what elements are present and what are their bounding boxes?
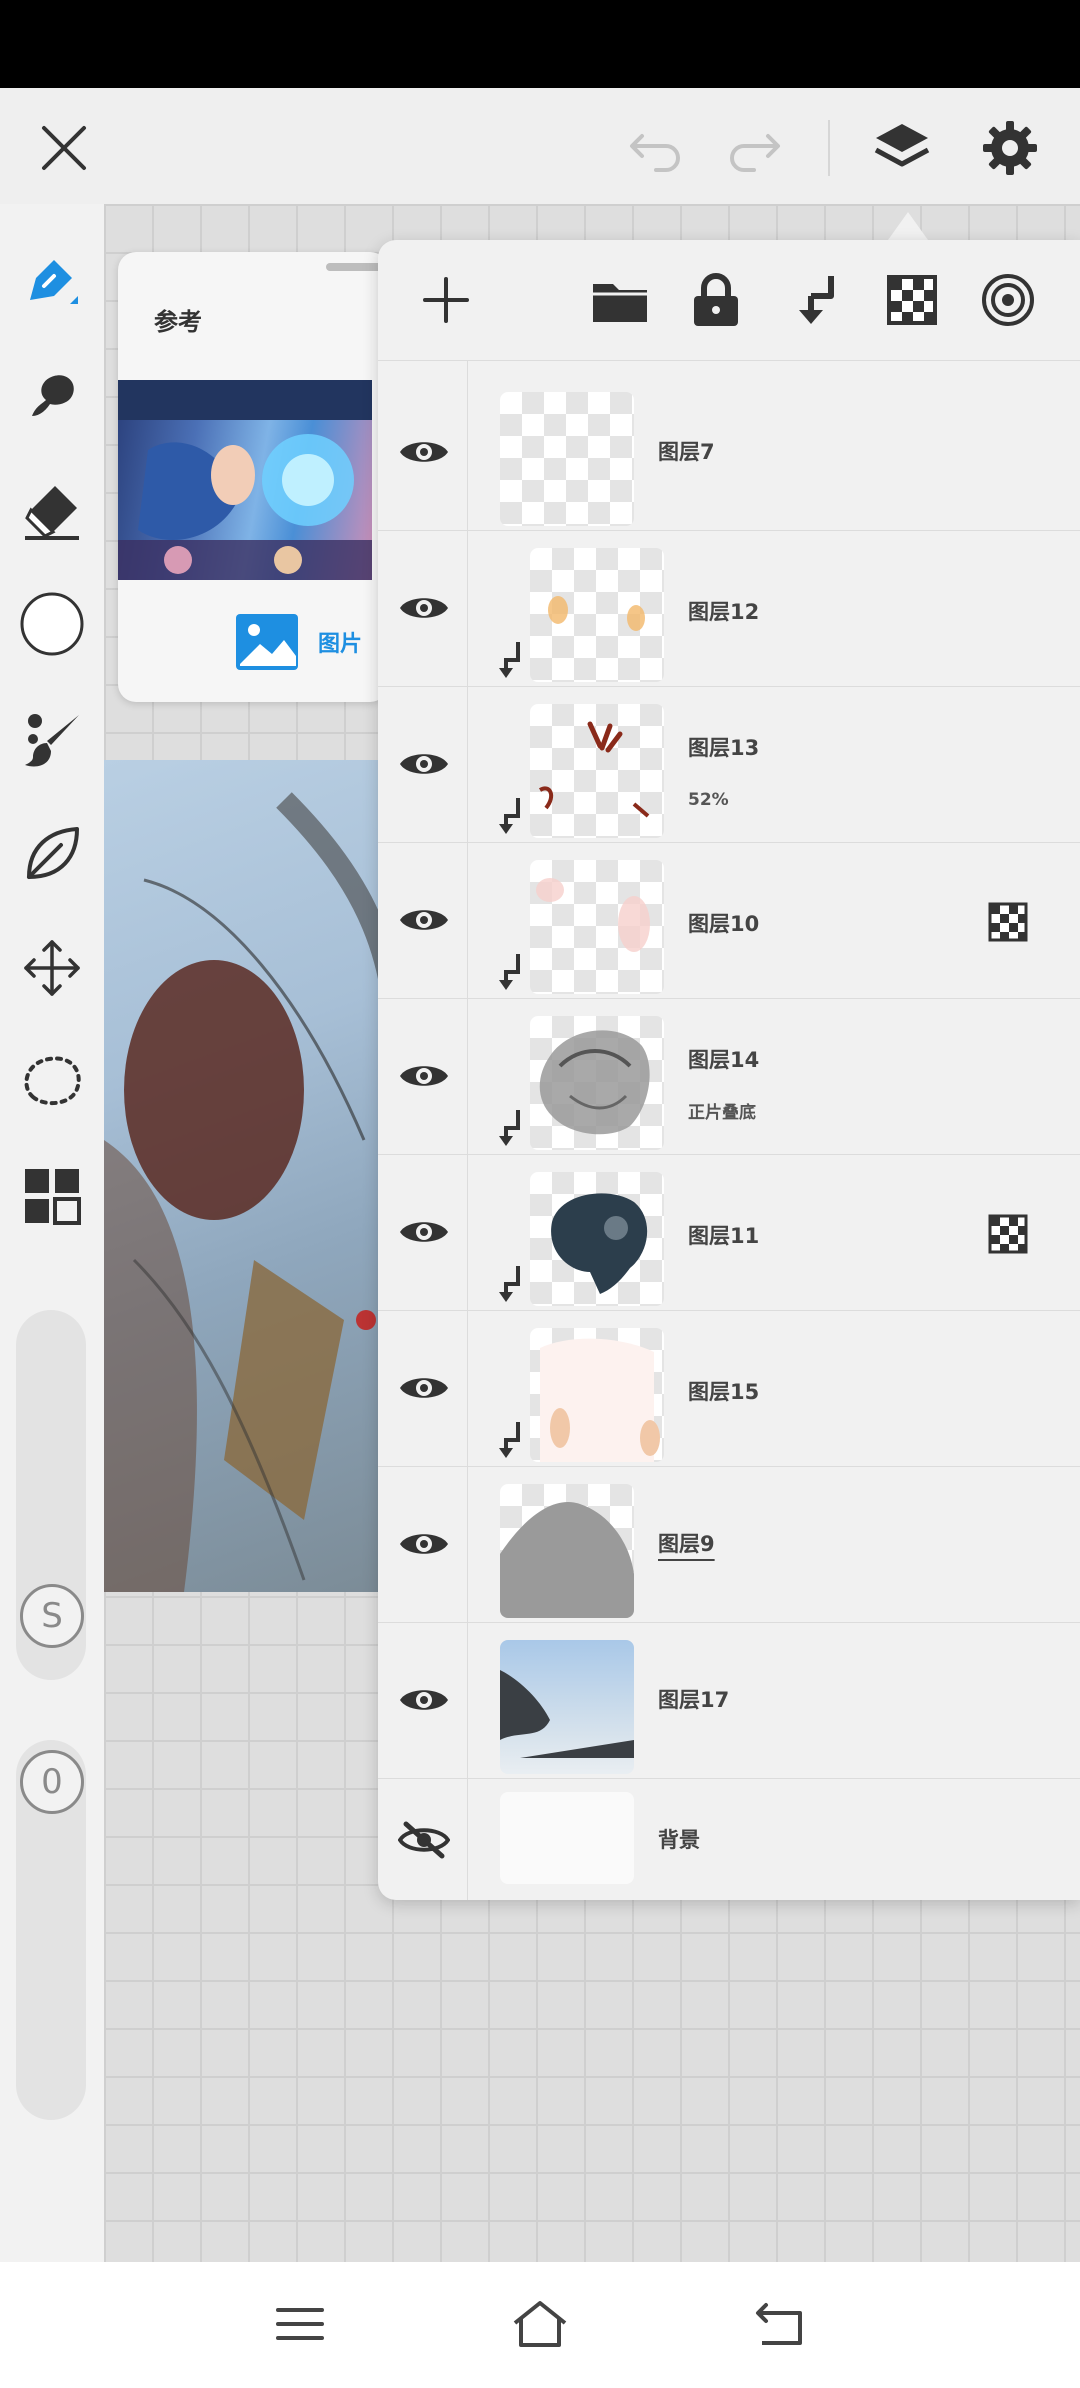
alpha-lock-icon <box>988 1214 1028 1254</box>
leaf-filter-icon[interactable] <box>12 814 92 894</box>
color-picker-swatch[interactable] <box>12 584 92 664</box>
undo-icon[interactable] <box>626 118 686 178</box>
layer-row[interactable]: 图层10 <box>378 842 1080 999</box>
layer-name: 图层10 <box>688 912 760 936</box>
layer-row[interactable]: 图层11 <box>378 1154 1080 1311</box>
pen-tool-icon[interactable] <box>12 240 92 320</box>
grid-menu-icon[interactable] <box>12 1156 92 1236</box>
move-tool-icon[interactable] <box>12 928 92 1008</box>
layer-row-active[interactable]: 图层9 <box>378 1466 1080 1623</box>
eye-visible-icon[interactable] <box>396 1672 452 1728</box>
layer-thumbnail <box>500 392 634 526</box>
clip-arrow-icon <box>499 798 520 834</box>
layer-row[interactable]: 图层12 <box>378 530 1080 687</box>
layer-name: 背景 <box>658 1828 700 1852</box>
layers-icon[interactable] <box>872 118 932 178</box>
layer-blend-mode: 正片叠底 <box>688 1103 756 1123</box>
layers-toolbar-divider <box>378 360 1080 361</box>
eye-visible-icon[interactable] <box>396 1048 452 1104</box>
brush-size-label: S <box>41 1596 63 1636</box>
clipping-mask-icon[interactable] <box>786 270 846 330</box>
alpha-lock-checker-icon[interactable] <box>882 270 942 330</box>
layer-name: 图层12 <box>688 600 760 624</box>
layer-name: 图层7 <box>658 440 715 464</box>
layer-row[interactable]: 图层13 52% <box>378 686 1080 843</box>
eye-visible-icon[interactable] <box>396 580 452 636</box>
eye-hidden-icon[interactable] <box>396 1812 452 1868</box>
layer-opacity: 52% <box>688 790 729 810</box>
layer-thumbnail <box>530 1328 664 1462</box>
layer-name: 图层11 <box>688 1224 760 1248</box>
clip-arrow-icon <box>499 1266 520 1302</box>
folder-icon[interactable] <box>590 270 650 330</box>
eye-visible-icon[interactable] <box>396 424 452 480</box>
eye-visible-icon[interactable] <box>396 1204 452 1260</box>
back-icon[interactable] <box>748 2292 812 2356</box>
layer-row[interactable]: 图层7 <box>378 374 1080 531</box>
menu-icon[interactable] <box>268 2292 332 2356</box>
brush-settings-icon[interactable] <box>12 700 92 780</box>
clip-arrow-icon <box>499 1110 520 1146</box>
layer-row[interactable]: 图层15 <box>378 1310 1080 1467</box>
home-icon[interactable] <box>508 2292 572 2356</box>
layer-thumbnail <box>500 1640 634 1774</box>
lock-icon[interactable] <box>686 270 746 330</box>
alpha-lock-icon <box>988 902 1028 942</box>
image-icon <box>236 614 298 670</box>
layer-thumbnail <box>530 1016 664 1150</box>
eye-visible-icon[interactable] <box>396 1360 452 1416</box>
layers-toolbar <box>378 240 1080 360</box>
layer-name: 图层13 <box>688 736 760 760</box>
add-layer-icon[interactable] <box>416 270 476 330</box>
settings-gear-icon[interactable] <box>980 118 1040 178</box>
layers-panel: 图层7 图层12 图层13 52% 图层10 图层14 正片叠底 图层11 图层… <box>378 240 1080 1900</box>
canvas-artwork <box>104 760 404 1592</box>
layer-row[interactable]: 图层17 <box>378 1622 1080 1779</box>
reference-drag-handle[interactable] <box>326 263 386 271</box>
insert-photo-label: 图片 <box>318 632 363 657</box>
clip-arrow-icon <box>499 642 520 678</box>
status-bar <box>0 0 1080 88</box>
layers-panel-caret <box>888 212 928 240</box>
eye-visible-icon[interactable] <box>396 736 452 792</box>
layer-thumbnail <box>530 548 664 682</box>
layer-thumbnail <box>530 860 664 994</box>
smudge-tool-icon[interactable] <box>12 356 92 436</box>
layer-name: 图层17 <box>658 1688 730 1712</box>
toolbar-divider <box>828 120 830 176</box>
layer-row[interactable]: 图层14 正片叠底 <box>378 998 1080 1155</box>
layer-thumbnail <box>500 1484 634 1618</box>
layer-thumbnail <box>530 704 664 838</box>
background-layer-row[interactable]: 背景 <box>378 1778 1080 1900</box>
opacity-knob[interactable]: 0 <box>20 1750 84 1814</box>
eye-visible-icon[interactable] <box>396 892 452 948</box>
clip-arrow-icon <box>499 954 520 990</box>
opacity-label: 0 <box>41 1762 63 1802</box>
brush-size-knob[interactable]: S <box>20 1584 84 1648</box>
layer-name: 图层14 <box>688 1048 760 1072</box>
eye-visible-icon[interactable] <box>396 1516 452 1572</box>
layer-name: 图层15 <box>688 1380 760 1404</box>
reference-title: 参考 <box>154 308 202 336</box>
eraser-tool-icon[interactable] <box>12 470 92 550</box>
insert-photo-button[interactable]: 图片 <box>234 612 362 672</box>
clip-arrow-icon <box>499 1422 520 1458</box>
lasso-selection-icon[interactable] <box>12 1042 92 1122</box>
close-icon[interactable] <box>34 118 94 178</box>
layer-thumbnail <box>530 1172 664 1306</box>
reference-panel: 参考 图片 <box>118 252 388 702</box>
reference-image[interactable] <box>118 380 372 580</box>
background-thumbnail <box>500 1792 634 1884</box>
layer-name: 图层9 <box>658 1532 715 1556</box>
layer-properties-icon[interactable] <box>978 270 1038 330</box>
redo-icon[interactable] <box>724 118 784 178</box>
